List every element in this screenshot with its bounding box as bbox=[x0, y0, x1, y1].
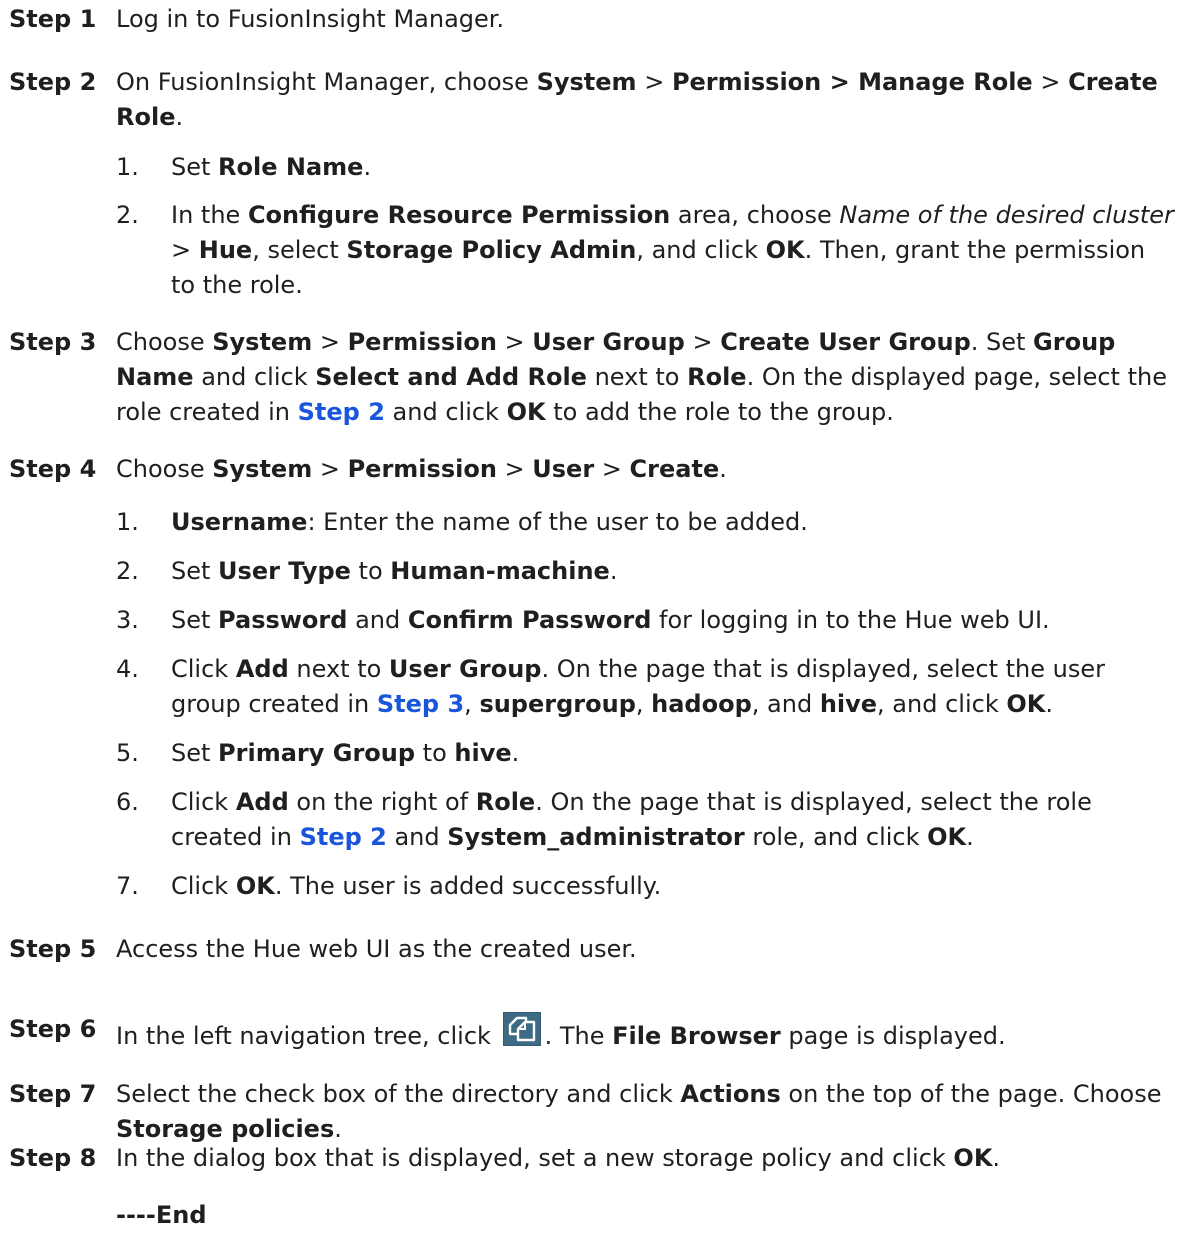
step-3: Step 3 Choose System > Permission > User… bbox=[9, 325, 1177, 430]
step-2-link[interactable]: Step 2 bbox=[298, 398, 385, 426]
step-5: Step 5 Access the Hue web UI as the crea… bbox=[9, 932, 1177, 967]
substep-number: 3. bbox=[116, 606, 139, 634]
step-label: Step 3 bbox=[9, 328, 97, 356]
substep-text: Set Password and Confirm Password for lo… bbox=[171, 606, 1050, 634]
substep-text: Click Add next to User Group. On the pag… bbox=[171, 655, 1105, 718]
substep-text: Click Add on the right of Role. On the p… bbox=[171, 788, 1092, 851]
step-text: In the dialog box that is displayed, set… bbox=[116, 1144, 1001, 1172]
step-2: Step 2 On FusionInsight Manager, choose … bbox=[9, 65, 1177, 135]
file-browser-icon[interactable] bbox=[502, 1011, 542, 1047]
step-label: Step 2 bbox=[9, 68, 97, 96]
step-text: In the left navigation tree, click . The… bbox=[116, 1011, 1177, 1054]
substep-number: 2. bbox=[116, 201, 139, 229]
step-text: Select the check box of the directory an… bbox=[116, 1080, 1162, 1143]
step-text: Access the Hue web UI as the created use… bbox=[116, 935, 637, 963]
step-text: On FusionInsight Manager, choose System … bbox=[116, 68, 1158, 131]
step-4: Step 4 Choose System > Permission > User… bbox=[9, 452, 1177, 487]
step-8: Step 8 In the dialog box that is display… bbox=[9, 1141, 1177, 1176]
step-6: Step 6 In the left navigation tree, clic… bbox=[9, 1011, 1177, 1054]
substep-text: In the Configure Resource Permission are… bbox=[171, 201, 1174, 299]
substep-number: 1. bbox=[116, 508, 139, 536]
substep-number: 7. bbox=[116, 872, 139, 900]
step-2-link[interactable]: Step 2 bbox=[300, 823, 387, 851]
step-label: Step 5 bbox=[9, 935, 97, 963]
substep-number: 5. bbox=[116, 739, 139, 767]
substep-number: 6. bbox=[116, 788, 139, 816]
end-marker: ----End bbox=[116, 1201, 207, 1229]
substep-number: 4. bbox=[116, 655, 139, 683]
step-label: Step 4 bbox=[9, 455, 97, 483]
substep-4-5: 5. Set Primary Group to hive. bbox=[116, 736, 1176, 771]
substep-4-4: 4. Click Add next to User Group. On the … bbox=[116, 652, 1176, 722]
step-text: Choose System > Permission > User > Crea… bbox=[116, 455, 727, 483]
substep-2-1: 1. Set Role Name. bbox=[116, 150, 1176, 185]
substep-number: 2. bbox=[116, 557, 139, 585]
document-page: Step 1 Log in to FusionInsight Manager. … bbox=[0, 0, 1184, 1257]
step-1: Step 1 Log in to FusionInsight Manager. bbox=[9, 2, 1177, 37]
step-label: Step 7 bbox=[9, 1080, 97, 1108]
substep-4-7: 7. Click OK. The user is added successfu… bbox=[116, 869, 1176, 904]
substep-text: Set Role Name. bbox=[171, 153, 372, 181]
substep-text: Click OK. The user is added successfully… bbox=[171, 872, 662, 900]
substep-4-2: 2. Set User Type to Human-machine. bbox=[116, 554, 1176, 589]
substep-text: Set User Type to Human-machine. bbox=[171, 557, 618, 585]
substep-number: 1. bbox=[116, 153, 139, 181]
step-label: Step 6 bbox=[9, 1015, 97, 1043]
substep-text: Username: Enter the name of the user to … bbox=[171, 508, 808, 536]
step-label: Step 1 bbox=[9, 5, 97, 33]
step-7: Step 7 Select the check box of the direc… bbox=[9, 1077, 1177, 1147]
substep-text: Set Primary Group to hive. bbox=[171, 739, 520, 767]
substep-2-2: 2. In the Configure Resource Permission … bbox=[116, 198, 1176, 303]
substep-4-6: 6. Click Add on the right of Role. On th… bbox=[116, 785, 1176, 855]
substep-4-3: 3. Set Password and Confirm Password for… bbox=[116, 603, 1176, 638]
step-text: Log in to FusionInsight Manager. bbox=[116, 5, 505, 33]
substep-4-1: 1. Username: Enter the name of the user … bbox=[116, 505, 1176, 540]
step-3-link[interactable]: Step 3 bbox=[377, 690, 464, 718]
step-text: Choose System > Permission > User Group … bbox=[116, 328, 1167, 426]
step-label: Step 8 bbox=[9, 1144, 97, 1172]
